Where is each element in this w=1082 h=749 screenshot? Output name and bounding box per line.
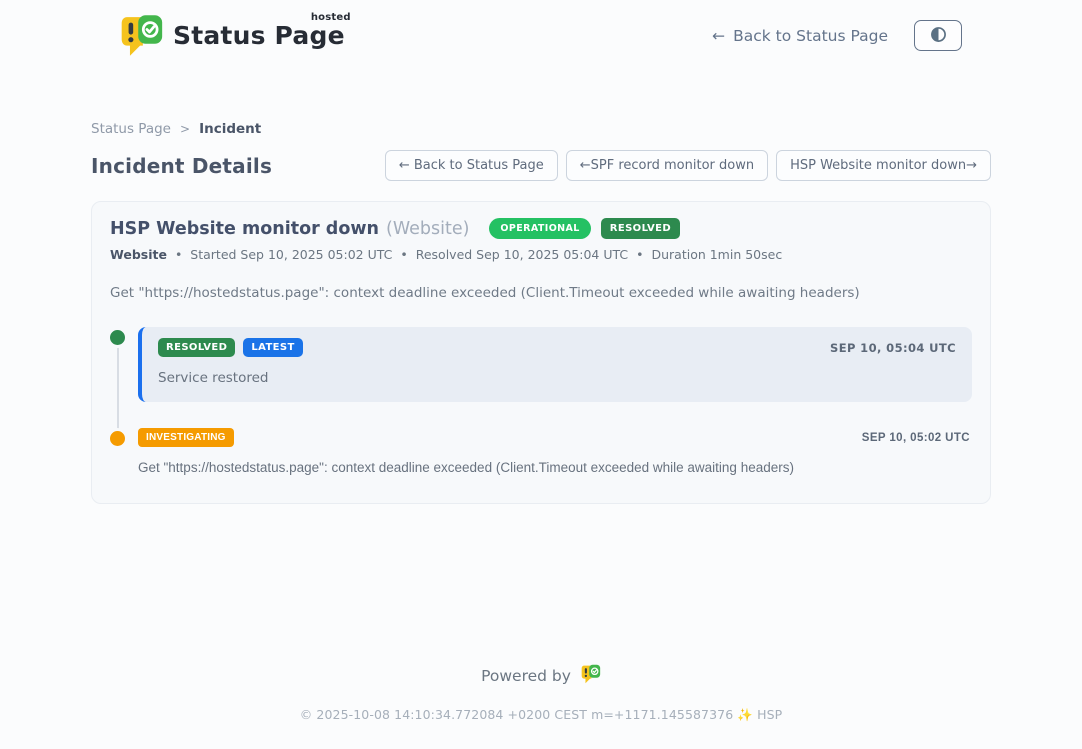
- back-to-status-page-link[interactable]: ← Back to Status Page: [712, 27, 888, 45]
- copyright-line: © 2025-10-08 14:10:34.772084 +0200 CEST …: [0, 707, 1082, 723]
- powered-by: Powered by: [481, 664, 601, 688]
- breadcrumb-status-page[interactable]: Status Page: [91, 121, 171, 137]
- incident-timeline: RESOLVED LATEST SEP 10, 05:04 UTC Servic…: [110, 327, 972, 475]
- left-arrow-icon: ←: [712, 27, 725, 45]
- half-circle-contrast-icon: [930, 26, 947, 46]
- theme-toggle-button[interactable]: [914, 20, 962, 51]
- incident-card: HSP Website monitor down (Website) OPERA…: [91, 201, 991, 504]
- breadcrumb: Status Page > Incident: [91, 121, 991, 137]
- latest-badge: LATEST: [243, 338, 302, 357]
- footer: Powered by © 2025-10-08 14:10:34.772084 …: [0, 664, 1082, 749]
- timeline-entry-investigating: INVESTIGATING SEP 10, 05:02 UTC Get "htt…: [110, 428, 972, 475]
- investigating-badge: INVESTIGATING: [138, 428, 234, 447]
- incident-meta: Website • Started Sep 10, 2025 05:02 UTC…: [110, 247, 972, 262]
- incident-nav-buttons: ← Back to Status Page ←SPF record monito…: [385, 150, 991, 181]
- brand-name: Status Page hosted: [173, 21, 345, 50]
- timeline-message: Service restored: [158, 370, 956, 386]
- incident-card-header: HSP Website monitor down (Website) OPERA…: [110, 218, 972, 239]
- meta-started: Started Sep 10, 2025 05:02 UTC: [190, 247, 392, 262]
- orange-dot-icon: [110, 431, 125, 446]
- timeline-badges-row: INVESTIGATING SEP 10, 05:02 UTC: [138, 428, 970, 447]
- brand-logo[interactable]: Status Page hosted: [118, 14, 345, 57]
- resolved-status-badge: RESOLVED: [601, 218, 680, 239]
- breadcrumb-incident: Incident: [199, 121, 261, 137]
- meta-duration: Duration 1min 50sec: [651, 247, 782, 262]
- incident-description: Get "https://hostedstatus.page": context…: [110, 285, 972, 301]
- prev-incident-button[interactable]: ←SPF record monitor down: [566, 150, 768, 181]
- incident-component: (Website): [386, 219, 469, 239]
- brand-superscript: hosted: [311, 12, 351, 23]
- operational-badge: OPERATIONAL: [489, 218, 590, 239]
- green-dot-icon: [110, 330, 125, 345]
- topbar: Status Page hosted ← Back to Status Page: [0, 0, 1082, 57]
- status-page-logo-icon: [118, 14, 164, 57]
- resolved-badge: RESOLVED: [158, 338, 235, 357]
- timeline-timestamp: SEP 10, 05:02 UTC: [862, 432, 970, 444]
- topbar-right: ← Back to Status Page: [712, 20, 962, 51]
- timeline-entry-highlight-box: RESOLVED LATEST SEP 10, 05:04 UTC Servic…: [138, 327, 972, 402]
- main-content: Status Page > Incident Incident Details …: [91, 121, 991, 504]
- incident-title: HSP Website monitor down: [110, 219, 379, 239]
- breadcrumb-separator: >: [180, 122, 190, 136]
- title-row: Incident Details ← Back to Status Page ←…: [91, 150, 991, 181]
- timeline-entry-resolved: RESOLVED LATEST SEP 10, 05:04 UTC Servic…: [110, 327, 972, 402]
- next-incident-button[interactable]: HSP Website monitor down→: [776, 150, 991, 181]
- meta-component: Website: [110, 247, 167, 262]
- back-to-status-page-button[interactable]: ← Back to Status Page: [385, 150, 558, 181]
- timeline-message: Get "https://hostedstatus.page": context…: [138, 460, 970, 475]
- timeline-badges-row: RESOLVED LATEST SEP 10, 05:04 UTC: [158, 338, 956, 357]
- status-page-mini-logo-icon[interactable]: [580, 664, 601, 688]
- timeline-entry-plain: INVESTIGATING SEP 10, 05:02 UTC Get "htt…: [138, 428, 972, 475]
- page-title: Incident Details: [91, 154, 272, 178]
- meta-resolved: Resolved Sep 10, 2025 05:04 UTC: [416, 247, 628, 262]
- timeline-timestamp: SEP 10, 05:04 UTC: [830, 341, 956, 355]
